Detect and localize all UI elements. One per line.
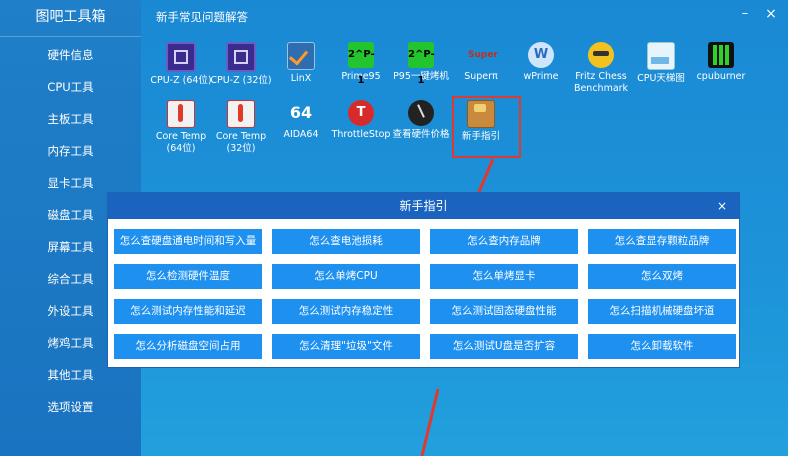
sidebar-item-settings[interactable]: 选项设置 [0, 391, 141, 423]
question-button[interactable]: 怎么清理"垃圾"文件 [272, 334, 420, 359]
dialog-header: 新手指引 × [108, 193, 739, 219]
cpuburner-icon [708, 42, 734, 68]
tool-cpuburner[interactable]: cpuburner [688, 42, 754, 83]
tool-prime95[interactable]: 2^P-1 Prime95 [328, 42, 394, 86]
prime95-icon: 2^P-1 [348, 42, 375, 86]
tool-label: CPU天梯图 [637, 73, 685, 84]
tool-aida64[interactable]: 64 AIDA64 [268, 100, 334, 141]
wprime-icon: W [528, 42, 554, 68]
tool-throttlestop[interactable]: T ThrottleStop [328, 100, 394, 141]
tool-linx[interactable]: LinX [268, 42, 334, 85]
close-button[interactable]: × [763, 6, 779, 22]
question-button[interactable]: 怎么单烤显卡 [430, 264, 578, 289]
cpuz-icon [226, 42, 256, 72]
question-button[interactable]: 怎么单烤CPU [272, 264, 420, 289]
minimize-button[interactable]: – [737, 6, 753, 22]
coretemp-icon [167, 100, 195, 128]
tool-wprime[interactable]: W wPrime [508, 42, 574, 83]
tool-label: Core Temp (64位) [155, 131, 207, 154]
tool-label: AIDA64 [283, 129, 319, 140]
tool-label: ThrottleStop [331, 129, 391, 140]
superpi-icon: Super [468, 50, 498, 60]
sidebar-item-memory-tools[interactable]: 内存工具 [0, 135, 141, 167]
tool-superpi[interactable]: Super Superπ [448, 42, 514, 83]
tool-cpuz-64[interactable]: CPU-Z (64位) [148, 42, 214, 87]
tool-label: LinX [290, 73, 312, 84]
question-button[interactable]: 怎么测试内存稳定性 [272, 299, 420, 324]
linx-icon [287, 42, 315, 70]
sidebar-item-motherboard-tools[interactable]: 主板工具 [0, 103, 141, 135]
tool-label: Fritz Chess Benchmark [573, 71, 629, 94]
question-button[interactable]: 怎么查显存颗粒品牌 [588, 229, 736, 254]
question-button[interactable]: 怎么分析磁盘空间占用 [114, 334, 262, 359]
titlebar: 新手常见问题解答 – × [141, 0, 788, 32]
tool-label: cpuburner [696, 71, 746, 82]
tool-label: CPU-Z (32位) [210, 75, 272, 86]
question-button[interactable]: 怎么扫描机械硬盘坏道 [588, 299, 736, 324]
highlight-box [452, 96, 521, 158]
question-button[interactable]: 怎么测试内存性能和延迟 [114, 299, 262, 324]
sidebar-item-hardware-info[interactable]: 硬件信息 [0, 39, 141, 71]
app-title: 图吧工具箱 [0, 0, 141, 37]
question-button[interactable]: 怎么测试固态硬盘性能 [430, 299, 578, 324]
question-button[interactable]: 怎么查电池损耗 [272, 229, 420, 254]
throttlestop-icon: T [348, 100, 374, 126]
page-title: 新手常见问题解答 [156, 10, 248, 24]
tool-coretemp-32[interactable]: Core Temp (32位) [208, 100, 274, 155]
question-button[interactable]: 怎么双烤 [588, 264, 736, 289]
dialog-close-icon[interactable]: × [717, 193, 727, 219]
question-button[interactable]: 怎么查内存品牌 [430, 229, 578, 254]
tool-label: Core Temp (32位) [215, 131, 267, 154]
tool-fritz-chess[interactable]: Fritz Chess Benchmark [568, 42, 634, 95]
coretemp-icon [227, 100, 255, 128]
question-button[interactable]: 怎么测试U盘是否扩容 [430, 334, 578, 359]
tool-hardware-price[interactable]: 查看硬件价格 [388, 100, 454, 141]
tool-cpu-ladder[interactable]: CPU天梯图 [628, 42, 694, 85]
fritz-icon [588, 42, 614, 68]
sidebar-item-cpu-tools[interactable]: CPU工具 [0, 71, 141, 103]
tool-cpuz-32[interactable]: CPU-Z (32位) [208, 42, 274, 87]
tool-label: wPrime [523, 71, 559, 82]
cpuz-icon [166, 42, 196, 72]
tool-label: Superπ [464, 71, 498, 82]
question-button[interactable]: 怎么查硬盘通电时间和写入量 [114, 229, 262, 254]
price-icon [408, 100, 434, 126]
arrow-icon [420, 388, 440, 456]
ladder-icon [647, 42, 675, 70]
dialog-title: 新手指引 [399, 199, 448, 213]
tool-coretemp-64[interactable]: Core Temp (64位) [148, 100, 214, 155]
question-button[interactable]: 怎么卸载软件 [588, 334, 736, 359]
prime95-icon: 2^P-1 [408, 42, 435, 86]
tool-p95-burnin[interactable]: 2^P-1 P95一键烤机 [388, 42, 454, 86]
tool-label: 查看硬件价格 [392, 129, 450, 140]
aida64-icon: 64 [289, 103, 313, 122]
guide-dialog: 新手指引 × 怎么查硬盘通电时间和写入量 怎么查电池损耗 怎么查内存品牌 怎么查… [107, 192, 740, 368]
tool-label: CPU-Z (64位) [150, 75, 212, 86]
question-button[interactable]: 怎么检测硬件温度 [114, 264, 262, 289]
